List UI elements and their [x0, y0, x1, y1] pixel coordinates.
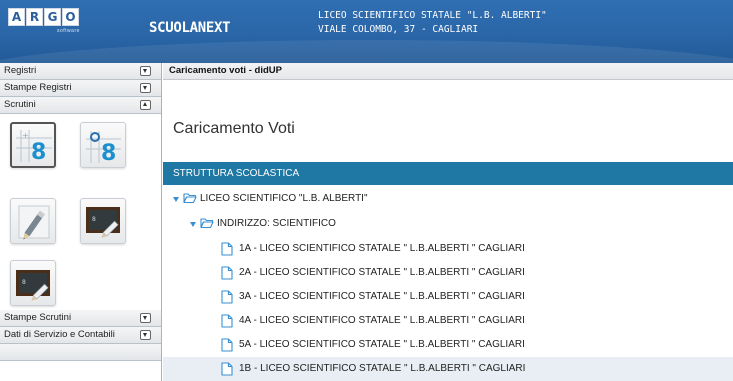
- app-header: A R G O software SCUOLANEXT LICEO SCIENT…: [0, 0, 733, 63]
- chevron-down-icon[interactable]: [140, 66, 151, 76]
- svg-text:+: +: [22, 131, 29, 140]
- tree-node-label: 3A - LICEO SCIENTIFICO STATALE " L.B.ALB…: [239, 291, 525, 302]
- tree-node-label: 4A - LICEO SCIENTIFICO STATALE " L.B.ALB…: [239, 315, 525, 326]
- logo-subtitle: software: [57, 28, 80, 34]
- sidebar-section-stampe-scrutini[interactable]: Stampe Scrutini: [0, 310, 161, 327]
- main-panel: Caricamento voti - didUP Caricamento Vot…: [163, 63, 733, 381]
- app-name: SCUOLANEXT: [149, 20, 231, 36]
- tree-node-class[interactable]: 1A - LICEO SCIENTIFICO STATALE " L.B.ALB…: [163, 237, 733, 261]
- panel-titlebar: Caricamento voti - didUP: [163, 63, 733, 80]
- tree-node-school[interactable]: LICEO SCIENTIFICO "L.B. ALBERTI": [163, 187, 733, 211]
- tree-node-class-selected[interactable]: 1B - LICEO SCIENTIFICO STATALE " L.B.ALB…: [163, 357, 733, 381]
- sidebar-section-label: Stampe Registri: [4, 82, 72, 93]
- tree-node-class[interactable]: 4A - LICEO SCIENTIFICO STATALE " L.B.ALB…: [163, 309, 733, 333]
- registro-button[interactable]: 8: [10, 260, 56, 306]
- tree-node-class[interactable]: 3A - LICEO SCIENTIFICO STATALE " L.B.ALB…: [163, 285, 733, 309]
- sidebar-section-scrutini[interactable]: Scrutini: [0, 97, 161, 114]
- page-title: Caricamento Voti: [173, 120, 295, 137]
- school-name: LICEO SCIENTIFICO STATALE "L.B. ALBERTI": [318, 10, 547, 21]
- svg-text:8: 8: [22, 279, 26, 286]
- tree-node-label: 1A - LICEO SCIENTIFICO STATALE " L.B.ALB…: [239, 243, 525, 254]
- tree-node-class[interactable]: 2A - LICEO SCIENTIFICO STATALE " L.B.ALB…: [163, 261, 733, 285]
- chevron-up-icon[interactable]: [140, 100, 151, 110]
- document-icon: [221, 362, 233, 376]
- voti-proposti-button[interactable]: 8 +: [10, 122, 56, 168]
- logo-letter: A: [8, 8, 25, 26]
- sidebar-section-registri[interactable]: Registri: [0, 63, 161, 80]
- blackboard-icon: 8: [86, 207, 120, 238]
- sidebar: Registri Stampe Registri Scrutini 8 + 8 …: [0, 63, 162, 381]
- section-header: STRUTTURA SCOLASTICA: [163, 162, 733, 185]
- voti-proposti-icon: 8 +: [16, 130, 52, 165]
- tree-node-label: 2A - LICEO SCIENTIFICO STATALE " L.B.ALB…: [239, 267, 525, 278]
- tree-node-indirizzo[interactable]: INDIRIZZO: SCIENTIFICO: [163, 212, 733, 236]
- svg-text:8: 8: [101, 141, 116, 166]
- logo-letter: G: [44, 8, 61, 26]
- argo-logo: A R G O: [8, 8, 79, 26]
- header-decoration: [0, 40, 733, 63]
- sidebar-section-label: Stampe Scrutini: [4, 312, 72, 323]
- chevron-down-icon[interactable]: [140, 313, 151, 323]
- voti-finali-button[interactable]: 8: [80, 122, 126, 168]
- scrutini-panel: 8 + 8 8 8: [0, 114, 161, 310]
- sidebar-section-dati-servizio[interactable]: Dati di Servizio e Contabili: [0, 327, 161, 344]
- caret-down-icon[interactable]: [173, 197, 179, 202]
- logo-letter: O: [62, 8, 79, 26]
- tabellone-button[interactable]: 8: [80, 198, 126, 244]
- caret-down-icon[interactable]: [190, 222, 196, 227]
- blackboard-pencil-icon: 8: [16, 270, 50, 301]
- tree-node-label: LICEO SCIENTIFICO "L.B. ALBERTI": [200, 193, 368, 204]
- sidebar-section-label: Scrutini: [4, 99, 36, 110]
- folder-open-icon: [200, 218, 214, 229]
- sidebar-section-label: Registri: [4, 65, 37, 76]
- sidebar-section-stampe-registri[interactable]: Stampe Registri: [0, 80, 161, 97]
- voti-finali-icon: 8: [86, 131, 121, 166]
- svg-text:8: 8: [31, 140, 46, 165]
- giudizi-button[interactable]: [10, 198, 56, 244]
- tree-node-label: 5A - LICEO SCIENTIFICO STATALE " L.B.ALB…: [239, 339, 525, 350]
- chevron-down-icon[interactable]: [140, 330, 151, 340]
- tree-node-label: 1B - LICEO SCIENTIFICO STATALE " L.B.ALB…: [239, 363, 526, 374]
- svg-text:8: 8: [92, 216, 96, 223]
- document-icon: [221, 290, 233, 304]
- document-icon: [221, 314, 233, 328]
- document-icon: [221, 338, 233, 352]
- logo-letter: R: [26, 8, 43, 26]
- folder-open-icon: [183, 193, 197, 204]
- school-address: VIALE COLOMBO, 37 - CAGLIARI: [318, 24, 479, 35]
- school-info: LICEO SCIENTIFICO STATALE "L.B. ALBERTI"…: [318, 9, 547, 37]
- tree-node-label: INDIRIZZO: SCIENTIFICO: [217, 218, 336, 229]
- pencil-paper-icon: [18, 205, 50, 240]
- document-icon: [221, 266, 233, 280]
- document-icon: [221, 242, 233, 256]
- chevron-down-icon[interactable]: [140, 83, 151, 93]
- tree-node-class[interactable]: 5A - LICEO SCIENTIFICO STATALE " L.B.ALB…: [163, 333, 733, 357]
- sidebar-section-label: Dati di Servizio e Contabili: [4, 329, 115, 340]
- sidebar-section-more[interactable]: [0, 344, 161, 361]
